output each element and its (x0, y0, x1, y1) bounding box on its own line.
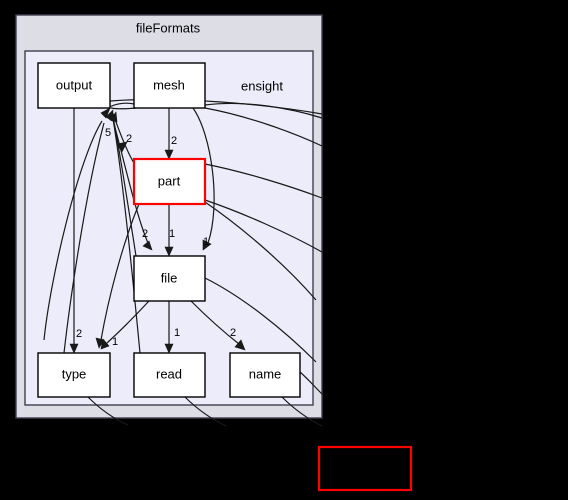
edge-label-mesh-output-5: 5 (105, 127, 111, 139)
edge-label-output-type-2: 2 (76, 328, 82, 340)
diagram-canvas: fileFormats ensight output mesh part fil… (0, 0, 568, 500)
edge-label-output-2: 2 (126, 133, 132, 145)
edge-label-file-name-2: 2 (230, 327, 236, 339)
dependency-graph: fileFormats ensight output mesh part fil… (15, 14, 413, 492)
edge-label-file-in-1b: 1 (203, 236, 209, 248)
edge-label-mesh-part-2: 2 (171, 135, 177, 147)
legend-red-box (317, 445, 413, 492)
cluster-ensight-label: ensight (241, 78, 283, 93)
node-type-label: type (62, 366, 87, 381)
node-mesh-label: mesh (153, 77, 185, 92)
edge-label-part-file-1: 1 (169, 228, 175, 240)
cluster-fileformats-label: fileFormats (136, 20, 201, 35)
edge-label-file-type-1: 1 (112, 336, 118, 348)
node-file-label: file (161, 270, 178, 285)
node-read-label: read (156, 366, 182, 381)
edge-label-file-in-2: 2 (142, 228, 148, 240)
node-name-label: name (249, 366, 282, 381)
node-part-label: part (158, 173, 181, 188)
edge-label-file-read-1: 1 (174, 327, 180, 339)
node-output-label: output (56, 77, 93, 92)
